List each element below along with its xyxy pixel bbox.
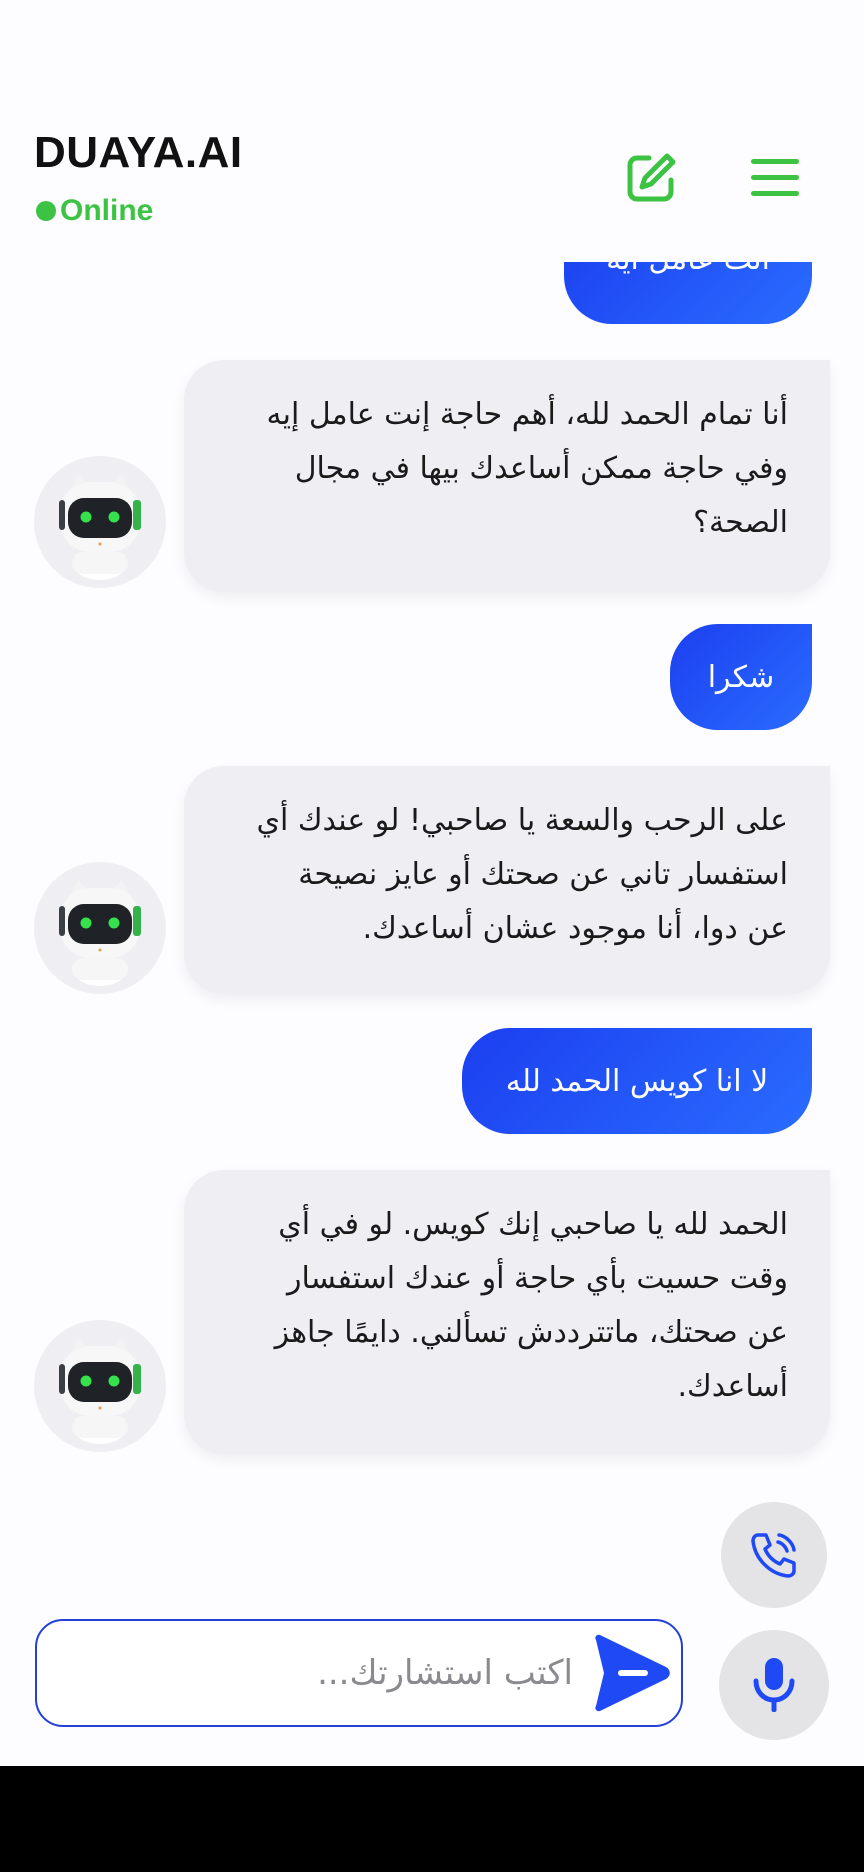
status-indicator: Online <box>36 194 153 228</box>
app-header: DUAYA.AI Online <box>0 0 864 262</box>
message-line: الحمد لله يا صاحبي إنك كويس. لو في أي <box>278 1207 788 1242</box>
bot-avatar <box>34 1320 166 1452</box>
message-line: وفي حاجة ممكن أساعدك بيها في مجال <box>294 451 788 486</box>
user-message: شكرا <box>670 624 812 730</box>
message-text: شكرا <box>707 659 775 695</box>
microphone-icon <box>753 1658 795 1712</box>
chat-screen: انت عامل ايه أنا تمام الحمد لله، أهم حاج… <box>0 0 864 1766</box>
message-composer <box>35 1619 683 1727</box>
bot-message: الحمد لله يا صاحبي إنك كويس. لو في أي وق… <box>184 1170 830 1454</box>
message-line: أساعدك. <box>677 1369 788 1404</box>
robot-icon <box>59 880 141 986</box>
edit-icon <box>627 153 676 202</box>
robot-icon <box>59 474 141 580</box>
online-dot-icon <box>36 201 56 221</box>
send-button[interactable] <box>589 1634 673 1712</box>
user-message: لا انا كويس الحمد لله <box>462 1028 812 1134</box>
message-line: استفسار تاني عن صحتك أو عايز نصيحة <box>298 857 788 892</box>
robot-icon <box>59 1338 141 1444</box>
phone-call-icon <box>751 1533 796 1578</box>
message-line: عن دوا، أنا موجود عشان أساعدك. <box>362 911 788 946</box>
app-title: DUAYA.AI <box>34 128 243 177</box>
status-label: Online <box>60 194 154 227</box>
call-button[interactable] <box>721 1502 827 1608</box>
message-line: عن صحتك، ماتترددش تسألني. دايمًا جاهز <box>274 1315 788 1350</box>
bot-avatar <box>34 862 166 994</box>
system-navigation-bar <box>0 1766 864 1872</box>
message-text: لا انا كويس الحمد لله <box>505 1063 769 1099</box>
bot-message: على الرحب والسعة يا صاحبي! لو عندك أي اس… <box>184 766 830 994</box>
menu-button[interactable] <box>740 143 810 213</box>
message-line: أنا تمام الحمد لله، أهم حاجة إنت عامل إي… <box>266 397 788 432</box>
voice-input-button[interactable] <box>719 1630 829 1740</box>
message-input[interactable] <box>73 1621 573 1725</box>
bot-message: أنا تمام الحمد لله، أهم حاجة إنت عامل إي… <box>184 360 830 592</box>
send-icon <box>595 1634 670 1712</box>
new-chat-button[interactable] <box>616 143 686 213</box>
hamburger-menu-icon <box>751 159 799 196</box>
message-line: وقت حسيت بأي حاجة أو عندك استفسار <box>287 1261 788 1296</box>
message-line: الصحة؟ <box>693 505 788 540</box>
message-line: على الرحب والسعة يا صاحبي! لو عندك أي <box>256 803 788 838</box>
bot-avatar <box>34 456 166 588</box>
